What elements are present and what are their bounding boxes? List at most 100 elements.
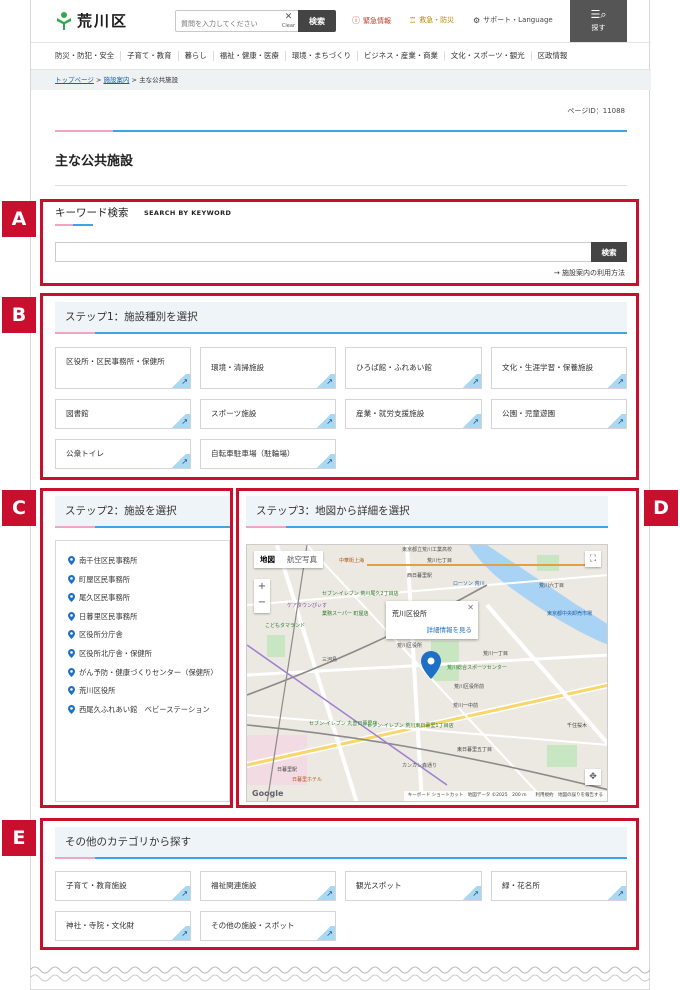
map-label: セブン-イレブン 荒川尾久2丁目店: [322, 590, 399, 597]
site-search-button[interactable]: 検索: [298, 10, 336, 32]
facility-list-item[interactable]: 尾久区民事務所: [68, 592, 221, 604]
page-frame: 荒川区 ✕ Clear 検索 ⓘ 緊急情報 ♖ 救急・防災 ⚙ サポート・Lan…: [30, 0, 651, 975]
map-label: 東京都立荒川工業高校: [402, 546, 452, 553]
emergency-info-label: 緊急情報: [363, 16, 391, 25]
nav-item-safety[interactable]: 防災・防犯・安全: [55, 51, 122, 61]
facility-type-tile[interactable]: 産業・就労支援施設: [345, 399, 482, 429]
map-label: 荒川区役所: [397, 642, 422, 649]
search-clear-button[interactable]: ✕ Clear: [282, 12, 295, 29]
info-window-title: 荒川区役所: [392, 610, 427, 618]
breadcrumb-home-link[interactable]: トップページ: [55, 76, 94, 84]
facility-name: 区役所分庁舎: [79, 630, 123, 640]
map-label: 荒川六丁目: [539, 582, 564, 589]
site-header: 荒川区 ✕ Clear 検索 ⓘ 緊急情報 ♖ 救急・防災 ⚙ サポート・Lan…: [31, 0, 651, 42]
facility-type-tile[interactable]: 文化・生涯学習・保養施設: [491, 347, 627, 389]
breadcrumb-current: 主な公共施設: [139, 76, 179, 84]
gear-icon: ⚙: [473, 15, 481, 25]
facility-list-item[interactable]: 町屋区民事務所: [68, 574, 221, 586]
facility-type-tile[interactable]: 公園・児童遊園: [491, 399, 627, 429]
map-label: 千住桜木: [567, 722, 587, 729]
facility-type-tile[interactable]: 公衆トイレ: [55, 439, 191, 469]
site-search-box: ✕ Clear: [175, 10, 299, 34]
title-accent-line: [55, 130, 627, 132]
facility-list-item[interactable]: 区役所北庁舎・保健所: [68, 648, 221, 660]
keyword-search-input[interactable]: [55, 242, 591, 262]
facility-type-tile[interactable]: ひろば館・ふれあい館: [345, 347, 482, 389]
nav-item-environment[interactable]: 環境・まちづくり: [286, 51, 358, 61]
map-label: 荒川一丁目: [483, 650, 508, 657]
search-menu-button[interactable]: ☰⌕ 探す: [570, 0, 627, 42]
zoom-in-button[interactable]: +: [254, 579, 270, 595]
map-label: セブン-イレブン 荒川東日暮里1丁目店: [367, 722, 454, 729]
map-info-window: ✕ 荒川区役所 詳細情報を見る: [386, 601, 478, 639]
nav-item-living[interactable]: 暮らし: [179, 51, 214, 61]
info-window-detail-link[interactable]: 詳細情報を見る: [392, 624, 473, 634]
facility-list-item[interactable]: 荒川区役所: [68, 685, 221, 697]
map-label: ケアタウンぴぃす: [287, 602, 327, 609]
facility-type-tile[interactable]: 図書館: [55, 399, 191, 429]
facility-type-tile[interactable]: スポーツ施設: [200, 399, 336, 429]
nav-item-childcare[interactable]: 子育て・教育: [121, 51, 179, 61]
category-tile[interactable]: その他の施設・スポット: [200, 911, 336, 941]
site-search-input[interactable]: [176, 14, 276, 34]
city-emblem-icon: [57, 11, 71, 30]
site-logo[interactable]: 荒川区: [55, 10, 128, 31]
facility-list-item[interactable]: 区役所分庁舎: [68, 629, 221, 641]
map-pin-icon: [68, 574, 75, 584]
category-tile[interactable]: 緑・花名所: [491, 871, 627, 901]
map-tab-satellite[interactable]: 航空写真: [281, 551, 323, 568]
facility-list: 南千住区民事務所 町屋区民事務所 尾久区民事務所 日暮里区民事務所 区役所分庁舎…: [55, 540, 230, 802]
category-tile[interactable]: 観光スポット: [345, 871, 482, 901]
facility-list-item[interactable]: 南千住区民事務所: [68, 555, 221, 567]
disaster-info-label: 救急・防災: [419, 16, 455, 24]
nav-item-culture[interactable]: 文化・スポーツ・観光: [445, 51, 532, 61]
facility-list-item[interactable]: 日暮里区民事務所: [68, 611, 221, 623]
facility-list-item[interactable]: 西尾久ふれあい館 ベビーステーション: [68, 704, 221, 716]
page-id: ページID：11088: [567, 107, 625, 115]
keyword-search-button[interactable]: 検索: [591, 242, 627, 262]
facility-type-tile[interactable]: 環境・清掃施設: [200, 347, 336, 389]
annotation-label-d: D: [644, 490, 678, 526]
map-label: 三河島: [322, 656, 337, 663]
disaster-info-link[interactable]: ♖ 救急・防災: [409, 15, 454, 25]
search-clear-label: Clear: [281, 23, 295, 29]
pegman-icon[interactable]: ✥: [585, 769, 601, 785]
facility-type-tile[interactable]: 自転車駐車場（駐輪場）: [200, 439, 336, 469]
facility-name: 日暮里区民事務所: [79, 611, 138, 621]
map-label: 業務スーパー 町屋店: [322, 610, 369, 617]
close-icon[interactable]: ✕: [467, 603, 474, 612]
facility-list-item[interactable]: がん予防・健康づくりセンター（保健所）: [68, 667, 221, 679]
map-marker-icon[interactable]: [421, 651, 441, 679]
map-type-tabs: 地図 航空写真: [254, 551, 323, 568]
support-language-link[interactable]: ⚙ サポート・Language: [473, 15, 553, 25]
facility-guide-help-link[interactable]: → 施設案内の利用方法: [554, 268, 625, 278]
emergency-info-link[interactable]: ⓘ 緊急情報: [352, 15, 391, 26]
nav-item-welfare[interactable]: 福祉・健康・医療: [214, 51, 286, 61]
search-menu-label: 探す: [591, 24, 606, 32]
map-pin-icon: [68, 593, 75, 603]
close-icon: ✕: [284, 12, 293, 22]
category-tile[interactable]: 福祉関連施設: [200, 871, 336, 901]
page-title: 主な公共施設: [55, 154, 134, 169]
breadcrumb-guide-link[interactable]: 施設案内: [103, 76, 129, 84]
category-tile[interactable]: 神社・寺院・文化財: [55, 911, 191, 941]
alert-icon: ⓘ: [352, 16, 360, 25]
map-label: 日暮里駅: [277, 766, 297, 773]
nav-item-business[interactable]: ビジネス・産業・商業: [358, 51, 445, 61]
zoom-out-button[interactable]: −: [254, 595, 270, 611]
google-logo: Google: [252, 789, 284, 798]
map-pin-icon: [68, 630, 75, 640]
nav-item-government[interactable]: 区政情報: [532, 51, 574, 61]
title-divider: [55, 185, 627, 186]
map-attribution[interactable]: キーボード ショートカット 地図データ ©2025 200 m 利用規約 地図の…: [403, 791, 607, 801]
step1-heading: ステップ1：施設種別を選択: [55, 302, 627, 334]
fullscreen-icon[interactable]: ⛶: [585, 551, 601, 567]
step3-heading: ステップ3：地図から詳細を選択: [246, 496, 608, 528]
map-label: 東日暮里五丁目: [457, 746, 492, 753]
map-tab-map[interactable]: 地図: [254, 551, 281, 568]
category-tile[interactable]: 子育て・教育施設: [55, 871, 191, 901]
facility-type-tile[interactable]: 区役所・区民事務所・保健所: [55, 347, 191, 389]
map-label: 西日暮里駅: [407, 572, 432, 579]
site-logo-text: 荒川区: [77, 12, 129, 30]
facility-map[interactable]: 東京都立荒川工業高校 中華街上海 西日暮里駅 荒川七丁目 ローソン 荒川 荒川六…: [246, 544, 608, 802]
